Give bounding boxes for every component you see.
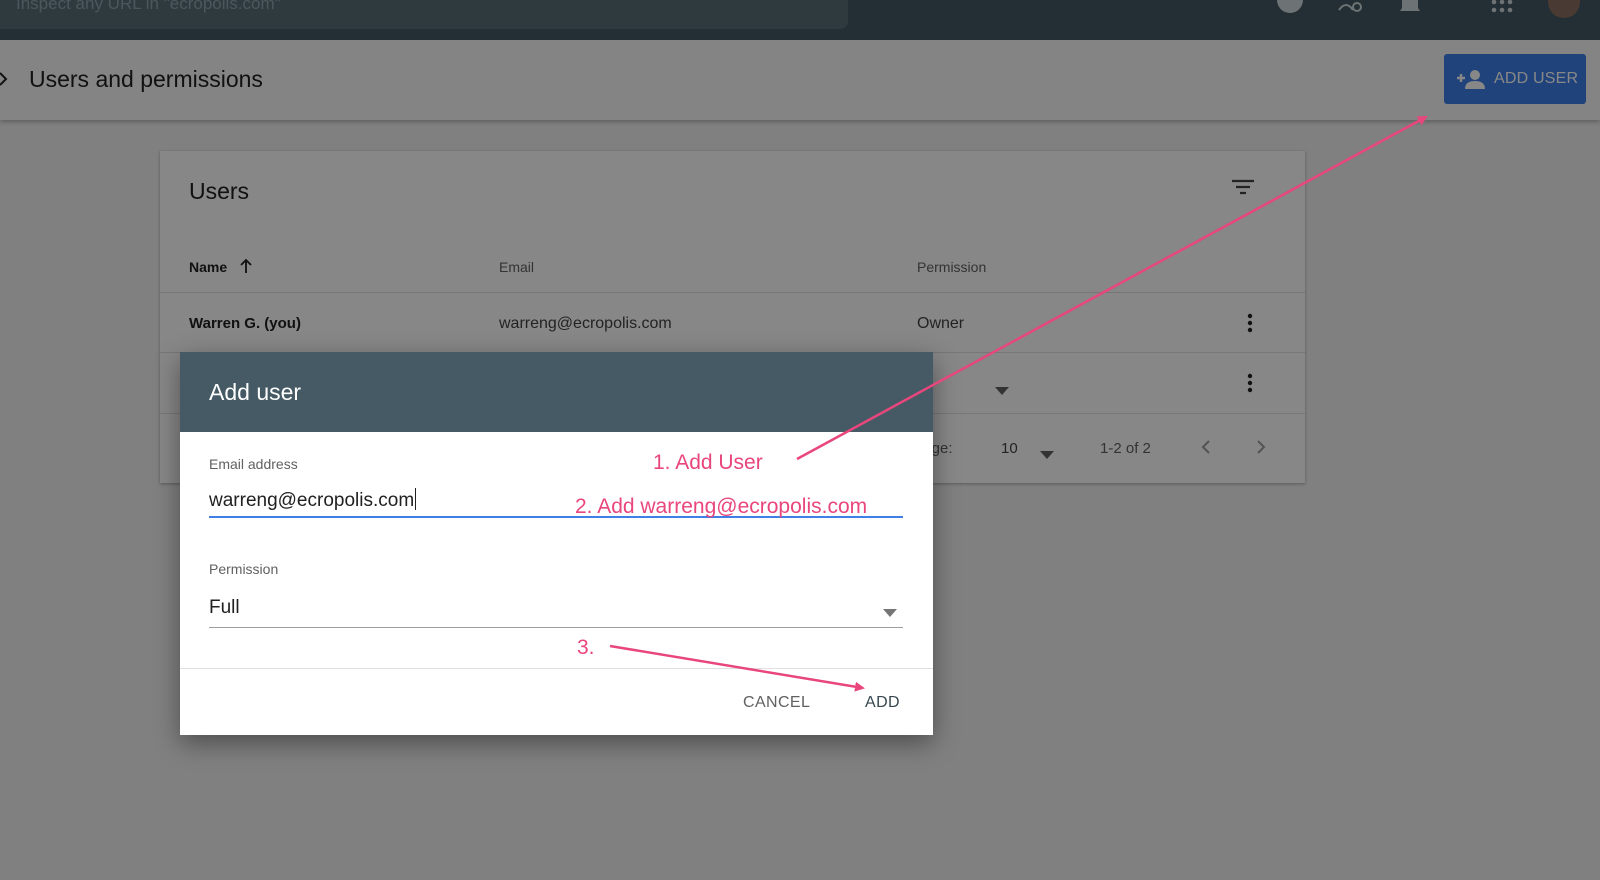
dialog-header: Add user bbox=[180, 352, 933, 432]
permission-select[interactable]: Full bbox=[209, 592, 903, 628]
add-user-dialog: Add user Email address warreng@ecropolis… bbox=[180, 352, 933, 735]
email-label: Email address bbox=[209, 456, 298, 472]
add-button[interactable]: ADD bbox=[865, 694, 900, 712]
annotation-step-1: 1. Add User bbox=[653, 451, 763, 474]
dialog-title: Add user bbox=[209, 379, 302, 405]
divider bbox=[180, 668, 933, 669]
permission-label: Permission bbox=[209, 561, 279, 577]
permission-value: Full bbox=[209, 597, 240, 618]
cancel-button[interactable]: CANCEL bbox=[743, 694, 810, 712]
email-value: warreng@ecropolis.com bbox=[209, 490, 415, 511]
dropdown-arrow-icon bbox=[883, 604, 897, 622]
text-cursor bbox=[415, 488, 417, 510]
annotation-step-3: 3. bbox=[577, 636, 595, 659]
annotation-step-2: 2. Add warreng@ecropolis.com bbox=[575, 495, 868, 518]
